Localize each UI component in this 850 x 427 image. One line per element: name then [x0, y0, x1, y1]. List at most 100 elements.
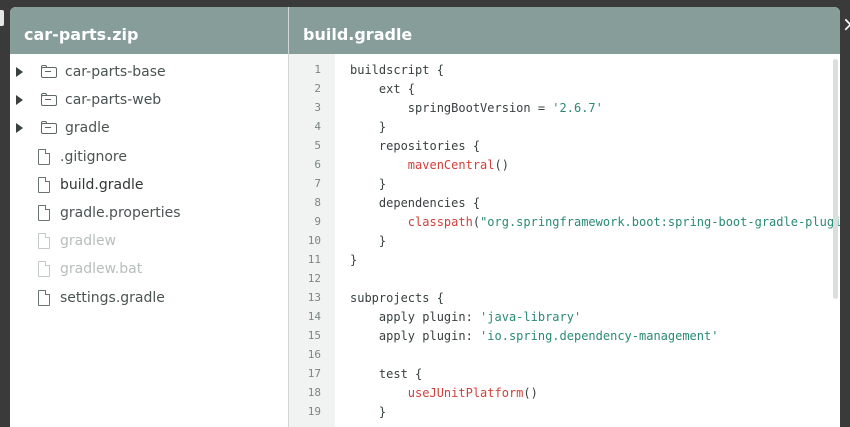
line-number: 5 — [314, 139, 321, 152]
archive-viewer-modal: car-parts.zip car-parts-base car-parts-we… — [10, 7, 840, 427]
tree-folder[interactable]: car-parts-base — [10, 58, 288, 86]
caret-right-icon[interactable] — [16, 95, 23, 106]
tree-file[interactable]: gradle.properties — [10, 199, 288, 227]
code-token: ( — [472, 215, 481, 229]
tree-file[interactable]: settings.gradle — [10, 284, 288, 312]
code-token: repositories { — [350, 139, 481, 153]
tree-item-label: gradle.properties — [60, 205, 181, 222]
tree-file[interactable]: .gitignore — [10, 143, 288, 171]
code-text: repositories { — [350, 139, 480, 153]
line-number: 1 — [314, 63, 321, 76]
line-number: 13 — [307, 291, 321, 304]
code-token: apply plugin: — [350, 329, 481, 343]
tree-item-label: build.gradle — [60, 176, 144, 193]
caret-right-icon[interactable] — [16, 123, 23, 134]
tree-file[interactable]: gradlew.bat — [10, 255, 288, 283]
code-line: 14 apply plugin: 'java-library' — [289, 310, 840, 329]
tree-folder[interactable]: gradle — [10, 114, 288, 142]
code-token: test { — [350, 367, 423, 381]
code-line: 16 — [289, 348, 840, 367]
code-token: buildscript { — [350, 63, 444, 77]
function-token: useJUnitPlatform — [407, 386, 524, 400]
line-number: 7 — [314, 177, 321, 190]
code-text: } — [350, 405, 386, 419]
code-line: 13 subprojects { — [289, 291, 840, 310]
code-token: dependencies { — [350, 196, 481, 210]
code-text: springBootVersion = '2.6.7' — [350, 101, 603, 115]
tree-item-label: .gitignore — [60, 148, 127, 165]
line-number: 15 — [307, 329, 321, 342]
line-number: 11 — [307, 253, 321, 266]
file-tree-panel: car-parts.zip car-parts-base car-parts-we… — [10, 7, 289, 427]
code-text: useJUnitPlatform() — [350, 386, 538, 400]
line-number: 2 — [314, 82, 321, 95]
line-number: 10 — [307, 234, 321, 247]
code-line: 11} — [289, 253, 840, 272]
code-line: 1 buildscript { — [289, 63, 840, 82]
tree-file[interactable]: gradlew — [10, 227, 288, 255]
code-line: 15 apply plugin: 'io.spring.dependency-m… — [289, 329, 840, 348]
line-number: 4 — [314, 120, 321, 133]
tree-item-label: settings.gradle — [60, 289, 165, 306]
code-text: buildscript { — [350, 63, 444, 77]
code-text: } — [350, 177, 386, 191]
file-icon — [38, 176, 50, 193]
code-line: 19 } — [289, 405, 840, 424]
line-number: 17 — [307, 367, 321, 380]
caret-right-icon[interactable] — [16, 67, 23, 78]
file-icon — [38, 261, 50, 278]
tree-folder[interactable]: car-parts-web — [10, 86, 288, 114]
code-text: dependencies { — [350, 196, 480, 210]
code-token: } — [350, 177, 387, 191]
code-token: () — [523, 386, 538, 400]
code-token: } — [350, 120, 387, 134]
code-text: } — [350, 120, 386, 134]
code-text: subprojects { — [350, 291, 444, 305]
code-text: test { — [350, 367, 422, 381]
code-line: 12 — [289, 272, 840, 291]
folder-icon — [41, 64, 57, 78]
code-token: } — [350, 234, 387, 248]
code-token: ext { — [350, 82, 416, 96]
code-text: mavenCentral() — [350, 158, 509, 172]
code-token: } — [350, 253, 358, 267]
function-token: mavenCentral — [407, 158, 495, 172]
code-viewer[interactable]: 1 buildscript { 2 ext { 3 springBootVersion… — [289, 54, 840, 427]
file-icon — [38, 233, 50, 250]
code-line: 18 useJUnitPlatform() — [289, 386, 840, 405]
folder-icon — [41, 92, 57, 106]
tree-item-label: gradlew — [60, 233, 117, 250]
code-text: apply plugin: 'io.spring.dependency-mana… — [350, 329, 719, 343]
close-button[interactable]: × — [842, 14, 850, 34]
archive-title: car-parts.zip — [10, 7, 288, 54]
line-number: 16 — [307, 348, 321, 361]
code-line: 8 dependencies { — [289, 196, 840, 215]
code-token: subprojects { — [350, 291, 444, 305]
file-tree: car-parts-base car-parts-web gradle .gitign… — [10, 54, 288, 312]
code-text: } — [350, 234, 386, 248]
line-number: 18 — [307, 386, 321, 399]
tree-item-label: car-parts-base — [65, 64, 166, 81]
line-number: 19 — [307, 405, 321, 418]
code-line: 5 repositories { — [289, 139, 840, 158]
line-number: 9 — [314, 215, 321, 228]
vertical-scrollbar[interactable] — [833, 59, 838, 299]
string-token: 'io.spring.dependency-management' — [480, 329, 719, 343]
file-preview-panel: build.gradle 1 buildscript { 2 ext { 3 spri… — [289, 7, 840, 427]
code-line: 3 springBootVersion = '2.6.7' — [289, 101, 840, 120]
code-line: 10 } — [289, 234, 840, 253]
code-token: springBootVersion = — [350, 101, 553, 115]
string-token: 'java-library' — [480, 310, 582, 324]
code-text: ext { — [350, 82, 415, 96]
function-token: classpath — [407, 215, 473, 229]
code-token: apply plugin: — [350, 310, 481, 324]
file-icon — [38, 148, 50, 165]
string-token: "org.springframework.boot:spring-boot-gr… — [480, 215, 840, 229]
tree-file[interactable]: build.gradle — [10, 171, 288, 199]
background-edge — [0, 10, 4, 26]
file-title: build.gradle — [289, 7, 840, 54]
line-number: 14 — [307, 310, 321, 323]
